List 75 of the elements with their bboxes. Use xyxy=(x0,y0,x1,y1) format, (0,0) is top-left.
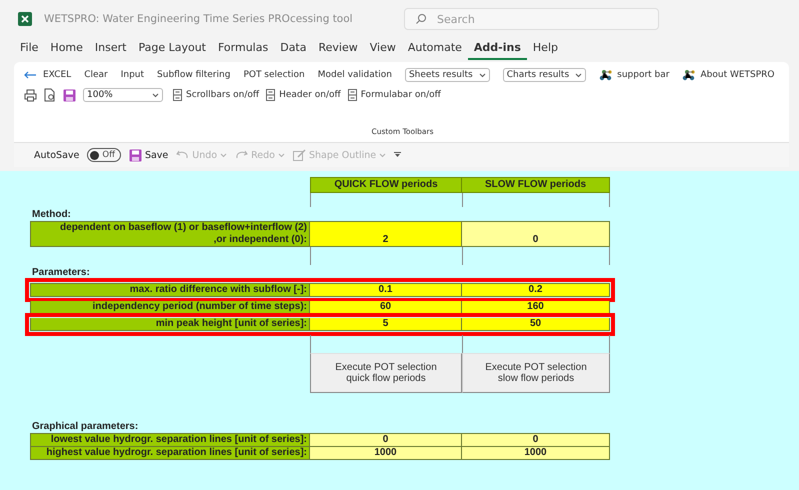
menu-tab[interactable]: Formulas xyxy=(212,38,274,60)
value-cell[interactable]: 2 xyxy=(310,221,462,247)
menu-tab[interactable]: Page Layout xyxy=(132,38,212,60)
ribbon-button[interactable]: Clear xyxy=(84,70,108,80)
value-cell[interactable]: 0.2 xyxy=(462,283,610,297)
caret-icon xyxy=(575,72,582,78)
ribbon-button[interactable]: Input xyxy=(120,70,144,80)
save-button[interactable]: Save xyxy=(128,148,168,162)
autosave-label: AutoSave xyxy=(34,150,80,160)
column-header: QUICK FLOW periods xyxy=(310,177,462,193)
section-title: Parameters: xyxy=(31,266,91,279)
parameter-label: lowest value hydrogr. separation lines [unit of series]: xyxy=(30,433,310,447)
menu-tab[interactable]: Review xyxy=(312,38,364,60)
menu-tab[interactable]: Data xyxy=(274,38,312,60)
pencil-square-icon xyxy=(292,149,306,161)
caret-icon xyxy=(152,92,159,98)
search-input[interactable]: Search xyxy=(435,12,639,26)
value-cell[interactable]: 60 xyxy=(310,301,462,314)
value-cell[interactable]: 50 xyxy=(462,318,610,331)
menu-tab[interactable]: Home xyxy=(44,38,89,60)
document-icon[interactable] xyxy=(44,88,56,102)
ribbon-button[interactable]: POT selection xyxy=(243,70,305,80)
value-cell[interactable]: 0 xyxy=(462,221,610,247)
menu-tab[interactable]: Add-ins xyxy=(468,38,527,60)
caret-icon xyxy=(478,72,486,78)
execute-button[interactable]: Execute POT selection quick flow periods xyxy=(310,353,462,393)
save-icon xyxy=(128,148,142,162)
column-header: SLOW FLOW periods xyxy=(462,177,610,193)
menu-tab[interactable]: File xyxy=(14,38,44,60)
left-arrow-icon xyxy=(24,71,37,79)
undo-icon xyxy=(176,150,190,160)
value-cell[interactable]: 160 xyxy=(462,301,610,314)
menu-tab[interactable]: Automate xyxy=(402,38,468,60)
redo-icon xyxy=(235,150,248,160)
zoom-dropdown[interactable]: 100% xyxy=(83,88,163,102)
results-dropdown[interactable]: Sheets results xyxy=(404,68,490,82)
window-title: WETSPRO: Water Engineering Time Series PROcessing tool xyxy=(44,13,354,25)
ribbon-button[interactable]: Model validation xyxy=(318,70,392,80)
caret-icon xyxy=(220,152,228,158)
molecule-icon xyxy=(682,69,696,81)
addin-button[interactable]: support bar xyxy=(599,69,670,81)
results-dropdown[interactable]: Charts results xyxy=(502,68,586,82)
value-cell[interactable]: 1000 xyxy=(462,447,610,460)
value-cell[interactable]: 1000 xyxy=(310,447,462,460)
toggle-button[interactable]: Header on/off xyxy=(266,89,341,101)
menu-tab[interactable]: Insert xyxy=(88,38,132,60)
section-title: Method: xyxy=(31,208,72,221)
search-field[interactable]: Search xyxy=(404,8,659,30)
menu-tab[interactable]: Help xyxy=(526,38,564,60)
value-cell[interactable]: 0 xyxy=(310,433,462,447)
value-cell[interactable]: 0.1 xyxy=(310,283,462,297)
parameter-label: min peak height [unit of series]: xyxy=(30,318,310,331)
ribbon-button[interactable]: Subflow filtering xyxy=(157,70,230,80)
molecule-icon xyxy=(599,69,614,81)
toggle-button[interactable]: Scrollbars on/off xyxy=(173,89,260,101)
autosave-switch[interactable]: Off xyxy=(87,148,121,162)
execute-button[interactable]: Execute POT selection slow flow periods xyxy=(462,353,610,393)
toggle-button[interactable]: Formulabar on/off xyxy=(348,89,441,101)
save-icon[interactable] xyxy=(63,88,76,102)
parameter-label: independency period (number of time steps): xyxy=(30,301,310,314)
section-title: Graphical parameters: xyxy=(31,420,140,433)
printer-icon[interactable] xyxy=(24,88,37,102)
addin-button[interactable]: About WETSPRO xyxy=(682,69,775,81)
spreadsheet-logo-icon xyxy=(18,12,32,26)
search-icon xyxy=(415,13,427,25)
customize-icon[interactable] xyxy=(394,152,402,158)
parameter-label: highest value hydrogr. separation lines [unit of series]: xyxy=(30,447,310,460)
value-cell[interactable]: 5 xyxy=(310,318,462,331)
value-cell[interactable]: 0 xyxy=(462,433,610,447)
back-button[interactable]: EXCEL xyxy=(24,70,72,80)
parameter-label: dependent on baseflow (1) or baseflow+interflow (2) ,or independent (0): xyxy=(30,221,310,247)
caret-icon xyxy=(278,152,285,158)
parameter-label: max. ratio difference with subflow [-]: xyxy=(30,283,310,297)
menu-tab[interactable]: View xyxy=(364,38,402,60)
caret-icon xyxy=(379,152,386,158)
